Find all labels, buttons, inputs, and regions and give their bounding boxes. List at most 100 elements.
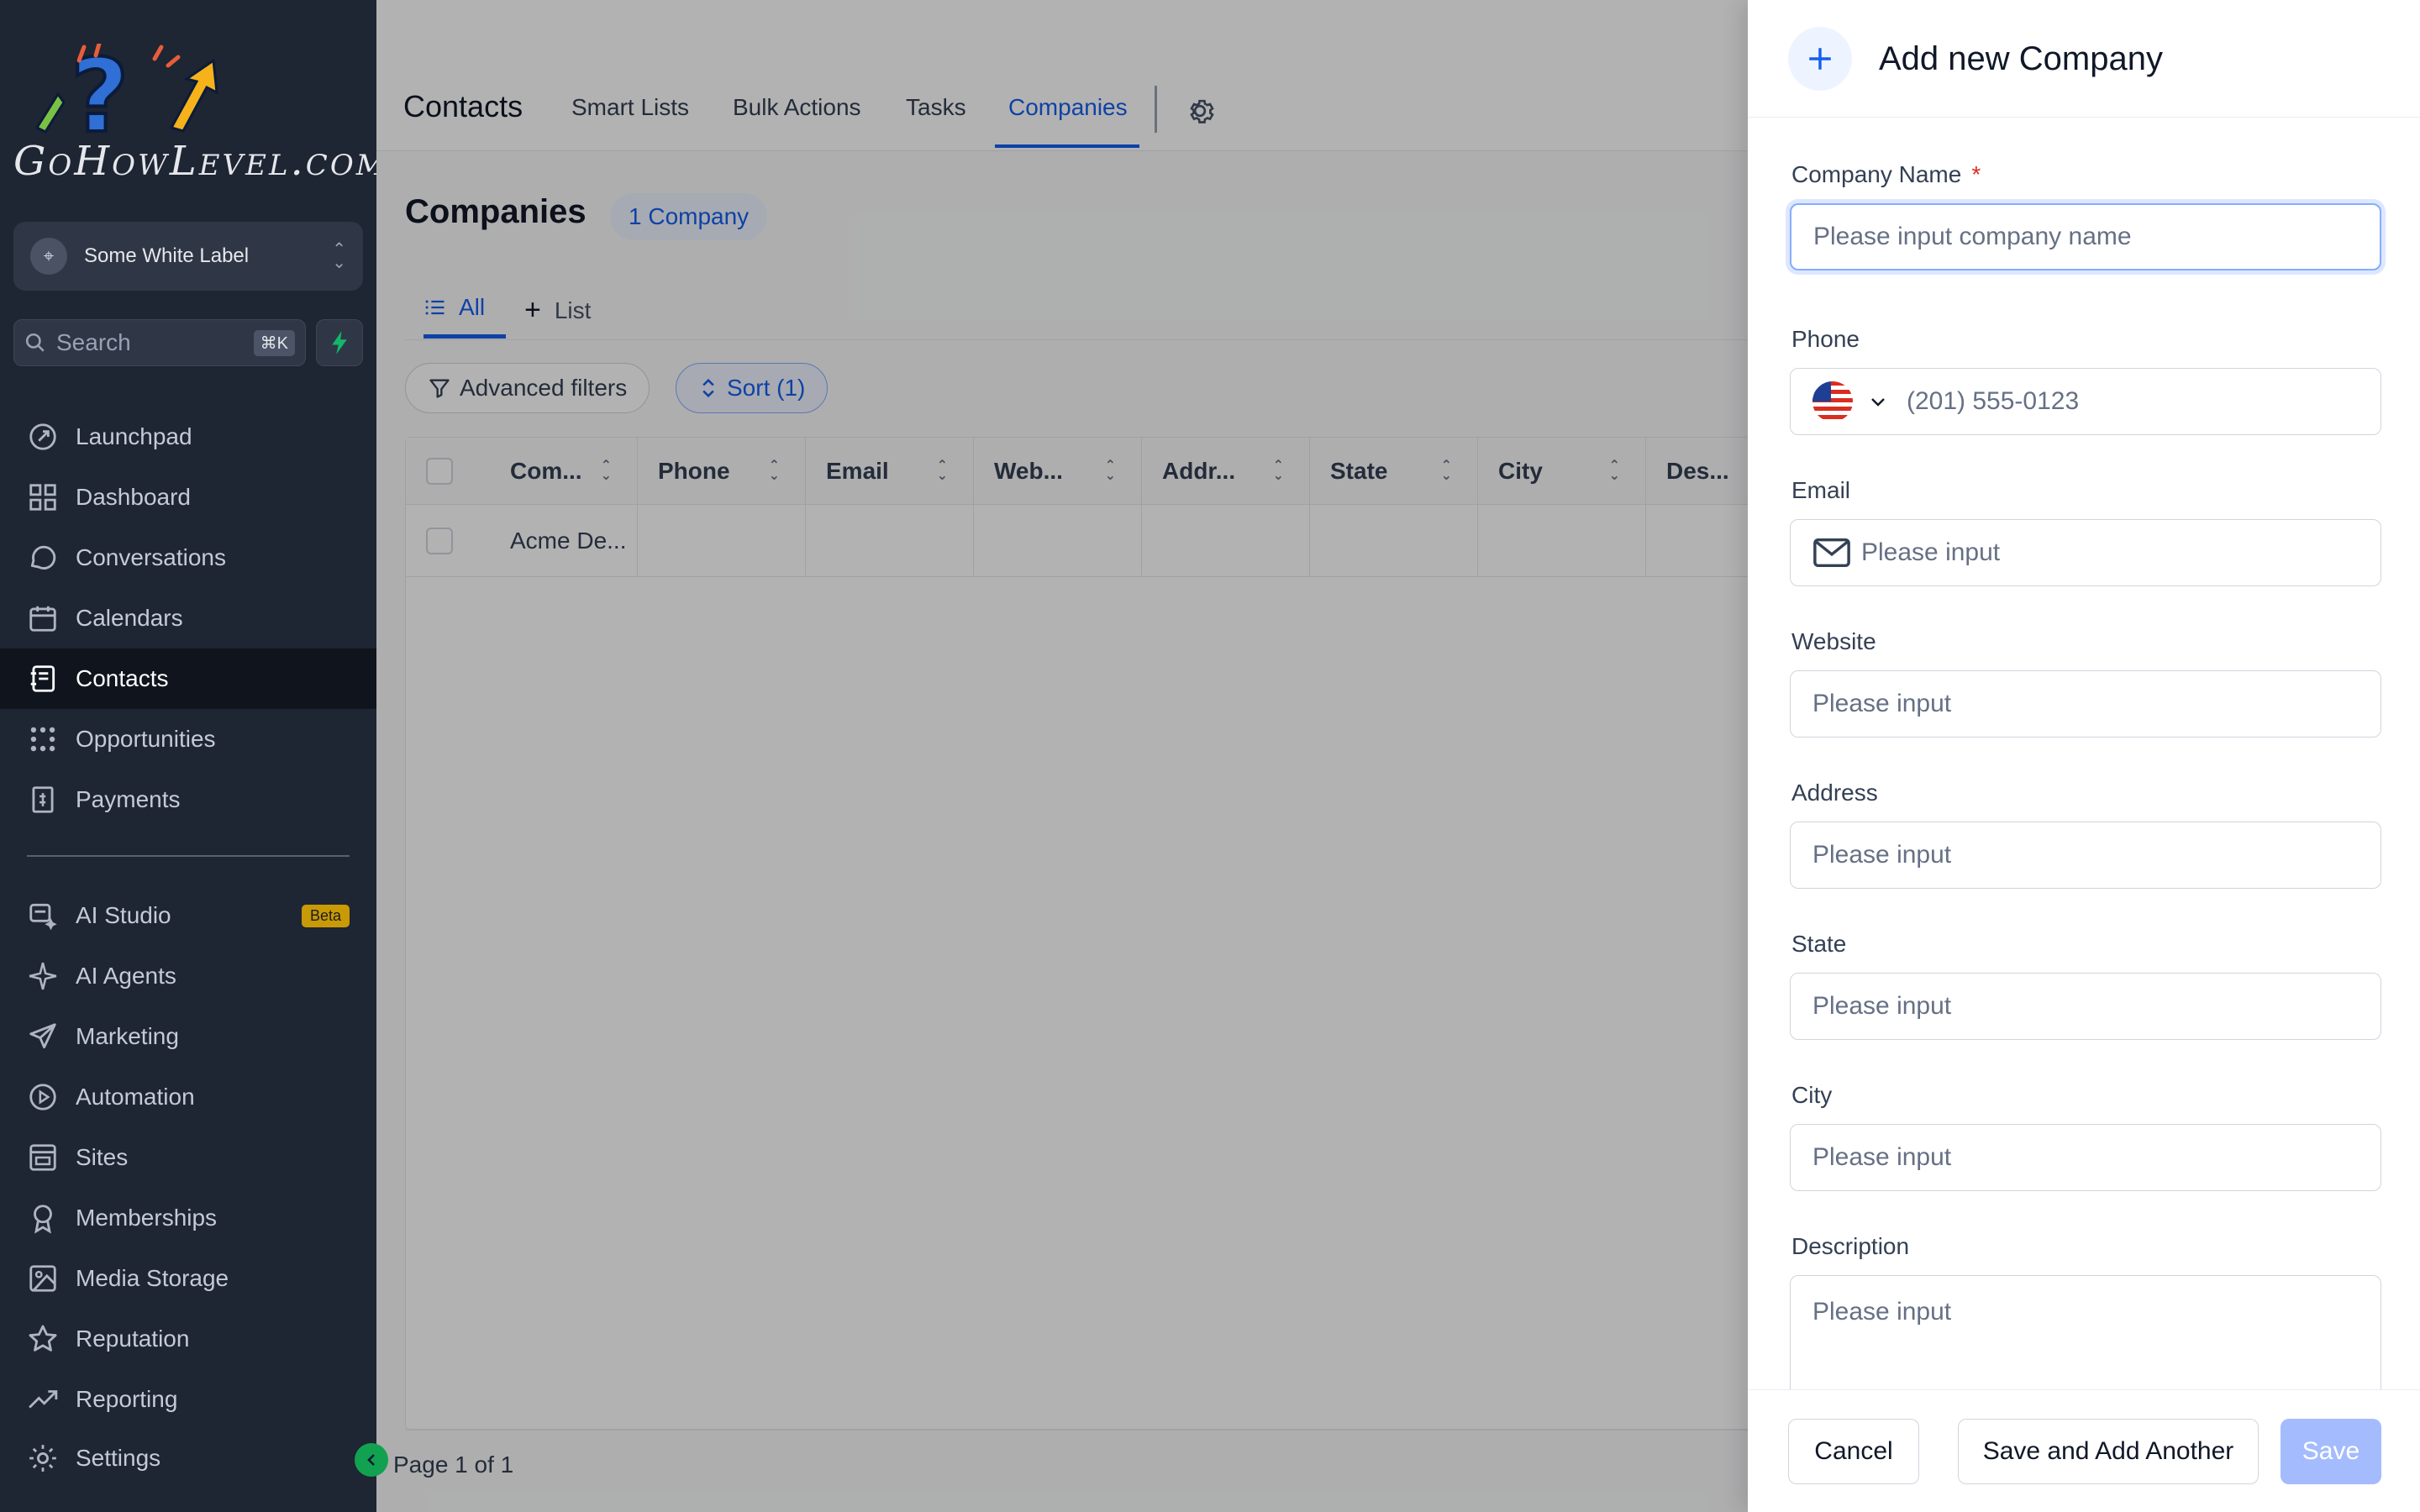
- sidebar: ? GoHowLevel.com ⌖ Some White Label ⌃ ⌄ S…: [0, 0, 386, 1512]
- sidebar-item-settings[interactable]: Settings: [0, 1428, 376, 1488]
- chevron-down-icon[interactable]: [1868, 391, 1888, 412]
- sidebar-item-calendars[interactable]: Calendars: [0, 588, 376, 648]
- sidebar-item-label: Launchpad: [76, 423, 192, 449]
- company-name-label-text: Company Name: [1791, 161, 1962, 187]
- description-label: Description: [1791, 1233, 1910, 1259]
- required-asterisk: *: [1971, 161, 1981, 187]
- phone-input[interactable]: (201) 555-0123: [1790, 368, 2381, 435]
- phone-label: Phone: [1791, 326, 1860, 352]
- payments-icon: [32, 786, 54, 813]
- sidebar-item-label: Contacts: [76, 665, 169, 691]
- sidebar-item-opportunities[interactable]: Opportunities: [0, 709, 376, 769]
- cancel-button[interactable]: Cancel: [1788, 1419, 1919, 1484]
- sidebar-item-label: Conversations: [76, 544, 226, 570]
- chat-icon: [30, 545, 56, 570]
- rocket-icon: [29, 423, 56, 450]
- sidebar-item-ai-studio[interactable]: AI Studio Beta: [0, 885, 376, 946]
- send-icon: [29, 1023, 56, 1049]
- image-icon: [29, 1265, 56, 1292]
- website-label: Website: [1791, 628, 1876, 654]
- search-shortcut: ⌘K: [253, 329, 295, 356]
- save-and-add-another-button[interactable]: Save and Add Another: [1958, 1419, 2259, 1484]
- trend-icon: [29, 1390, 58, 1409]
- description-textarea[interactable]: Please input: [1790, 1275, 2381, 1401]
- company-name-label: Company Name *: [1791, 161, 1981, 188]
- sidebar-item-ai-agents[interactable]: AI Agents: [0, 946, 376, 1006]
- chevron-updown-icon: ⌃ ⌄: [332, 240, 346, 272]
- collapse-sidebar-button[interactable]: [355, 1443, 388, 1477]
- sites-icon: [29, 1144, 56, 1171]
- gear-icon: [29, 1445, 56, 1472]
- search-icon: [25, 333, 45, 352]
- account-name: Some White Label: [84, 244, 250, 267]
- sidebar-item-conversations[interactable]: Conversations: [0, 528, 376, 588]
- account-avatar-icon: ⌖: [30, 238, 67, 275]
- sidebar-item-label: Memberships: [76, 1205, 218, 1231]
- sidebar-item-sites[interactable]: Sites: [0, 1127, 376, 1188]
- sidebar-item-label: Sites: [76, 1144, 129, 1170]
- sidebar-item-label: Marketing: [76, 1023, 179, 1049]
- sidebar-item-contacts[interactable]: Contacts: [0, 648, 376, 709]
- email-input[interactable]: Please input: [1790, 519, 2381, 586]
- sidebar-item-label: Payments: [76, 786, 181, 812]
- beta-badge: Beta: [301, 904, 350, 927]
- sidebar-item-label: Reputation: [76, 1326, 190, 1352]
- sidebar-item-label: Dashboard: [76, 484, 191, 510]
- star-icon: [29, 1325, 57, 1352]
- logo-text: GoHowLevel.com: [13, 138, 388, 185]
- sidebar-item-label: Media Storage: [76, 1265, 229, 1291]
- add-company-drawer: Add new Company Company Name * Please inp…: [1748, 0, 2420, 1512]
- chevron-left-icon: [367, 1454, 375, 1466]
- sidebar-item-label: AI Studio: [76, 902, 171, 928]
- brand-logo[interactable]: ? GoHowLevel.com: [12, 37, 386, 186]
- address-label: Address: [1791, 780, 1878, 806]
- email-label: Email: [1791, 477, 1851, 503]
- sidebar-item-reputation[interactable]: Reputation: [0, 1309, 376, 1369]
- sidebar-item-launchpad[interactable]: Launchpad: [0, 407, 376, 467]
- drawer-header: Add new Company: [1748, 0, 2420, 118]
- drawer-footer: Cancel Save and Add Another Save: [1748, 1389, 2420, 1512]
- sidebar-item-label: Opportunities: [76, 726, 216, 752]
- account-switcher[interactable]: ⌖ Some White Label ⌃ ⌄: [13, 222, 363, 291]
- sidebar-item-label: Settings: [76, 1445, 161, 1471]
- lightning-icon: [332, 331, 347, 354]
- sidebar-item-reporting[interactable]: Reporting: [0, 1369, 376, 1430]
- logo-question-icon: ?: [34, 37, 218, 157]
- quick-actions-button[interactable]: [316, 319, 363, 366]
- sidebar-item-dashboard[interactable]: Dashboard: [0, 467, 376, 528]
- website-input[interactable]: Please input: [1790, 670, 2381, 738]
- ai-studio-icon: [29, 903, 57, 931]
- sidebar-item-memberships[interactable]: Memberships: [0, 1188, 376, 1248]
- save-button[interactable]: Save: [2281, 1419, 2381, 1484]
- sidebar-divider: [27, 855, 350, 857]
- sparkle-icon: [29, 962, 57, 990]
- contacts-icon: [30, 665, 55, 692]
- address-input[interactable]: Please input: [1790, 822, 2381, 889]
- search-placeholder: Search: [56, 329, 131, 355]
- phone-placeholder: (201) 555-0123: [1907, 387, 2080, 415]
- mail-icon: [1813, 538, 1850, 568]
- sidebar-item-label: Calendars: [76, 605, 183, 631]
- search-box[interactable]: Search ⌘K: [13, 319, 306, 366]
- sidebar-item-marketing[interactable]: Marketing: [0, 1006, 376, 1067]
- dashboard-icon: [29, 484, 56, 511]
- calendar-icon: [29, 606, 56, 632]
- state-label: State: [1791, 931, 1847, 957]
- state-input[interactable]: Please input: [1790, 973, 2381, 1040]
- email-placeholder: Please input: [1861, 538, 2001, 566]
- sidebar-item-label: Reporting: [76, 1386, 178, 1412]
- automation-icon: [29, 1084, 56, 1110]
- us-flag-icon[interactable]: [1812, 381, 1853, 422]
- plus-circle-icon: [1788, 27, 1852, 91]
- sidebar-item-label: Automation: [76, 1084, 195, 1110]
- drawer-title: Add new Company: [1879, 40, 2163, 77]
- sidebar-item-media-storage[interactable]: Media Storage: [0, 1248, 376, 1309]
- company-name-input[interactable]: Please input company name: [1790, 203, 2381, 270]
- city-label: City: [1791, 1082, 1833, 1108]
- sidebar-item-automation[interactable]: Automation: [0, 1067, 376, 1127]
- sidebar-item-payments[interactable]: Payments: [0, 769, 376, 830]
- sidebar-item-label: AI Agents: [76, 963, 176, 989]
- award-icon: [34, 1205, 52, 1234]
- opportunities-icon: [30, 727, 55, 752]
- city-input[interactable]: Please input: [1790, 1124, 2381, 1191]
